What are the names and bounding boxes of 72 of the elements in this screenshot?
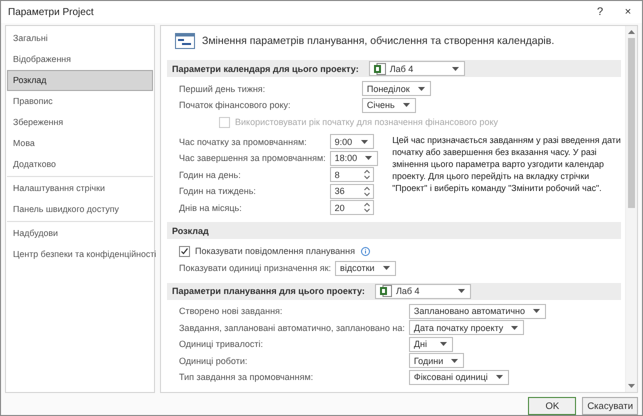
sidebar-item[interactable]: Збереження (7, 112, 153, 133)
caret-icon (382, 266, 390, 270)
field-label: Завдання, заплановані автоматично, заплановано на: (179, 322, 405, 332)
dropdown[interactable]: відсотки (335, 260, 396, 276)
section-title: Параметри календаря для цього проекту: (172, 64, 359, 74)
caret-icon (418, 86, 425, 90)
dialog-button[interactable]: Скасувати (582, 397, 638, 415)
up-down-arrows-icon (364, 186, 370, 196)
caret-icon (452, 66, 459, 70)
close-button[interactable]: × (614, 1, 642, 23)
field-label: Днів на місяць: (179, 202, 243, 212)
calendar-icon (175, 33, 195, 49)
checkbox-label: Використовувати рік початку для позначення фінансового року (235, 117, 498, 127)
help-button[interactable]: ? (586, 1, 614, 23)
field-label: Одиниці тривалості: (179, 339, 264, 349)
sidebar-item[interactable]: Відображення (7, 49, 153, 70)
section-title: Розклад (172, 226, 209, 236)
project-dropdown[interactable]: Лаб 4 (374, 284, 471, 298)
dropdown[interactable]: Дні (408, 336, 453, 352)
checkbox-label: Показувати повідомлення планування (195, 246, 355, 256)
dropdown[interactable]: 18:00 (330, 150, 378, 166)
sidebar-item[interactable]: Надбудови (7, 223, 153, 244)
sidebar-item[interactable]: Панель швидкого доступу (7, 199, 153, 220)
caret-icon (440, 342, 447, 346)
dropdown[interactable]: Години (408, 353, 464, 368)
caret-icon (402, 103, 410, 107)
dropdown[interactable]: Дата початку проекту (408, 320, 524, 335)
up-down-arrows-icon (364, 169, 370, 180)
dropdown[interactable]: Заплановано автоматично (408, 304, 546, 318)
caret-icon (533, 309, 540, 313)
section-title: Параметри планування для цього проекту: (172, 286, 365, 296)
document-icon (374, 62, 386, 74)
sidebar-item[interactable]: Мова (7, 133, 153, 154)
caret-icon (511, 326, 518, 330)
sidebar-item[interactable]: Розклад (7, 70, 153, 91)
page-heading: Змінення параметрів планування, обчислення та створення календарів. (202, 35, 554, 47)
dropdown[interactable]: Фіксовані одиниці (408, 370, 509, 384)
dropdown[interactable]: Січень (362, 98, 416, 112)
field-label: Створено нові завдання: (179, 306, 284, 316)
document-icon (380, 285, 392, 297)
field-label: Початок фінансового року: (179, 100, 292, 110)
field-label: Тип завдання за промовчанням: (179, 372, 314, 382)
dialog-button[interactable]: OK (528, 397, 576, 415)
dropdown[interactable]: 9:00 (330, 134, 374, 149)
field-label: Час початку за промовчанням: (179, 136, 308, 146)
scroll-down-icon[interactable] (628, 384, 635, 388)
caret-icon (458, 289, 465, 293)
scrollbar[interactable] (625, 26, 637, 392)
project-dropdown[interactable]: Лаб 4 (368, 61, 465, 76)
caret-icon (360, 140, 368, 144)
field-label: Показувати одиниці призначення як: (179, 263, 332, 273)
number-spinner[interactable]: 8 (330, 167, 374, 182)
field-label: Час завершення за промовчанням: (179, 153, 326, 163)
sidebar-item[interactable]: Додатково (7, 154, 153, 175)
dropdown[interactable]: Понеділок (362, 81, 431, 96)
number-spinner[interactable]: 36 (330, 184, 374, 198)
up-down-arrows-icon (364, 202, 370, 213)
checkbox[interactable] (179, 246, 190, 256)
caret-icon (365, 156, 372, 160)
field-label: Годин на день: (179, 170, 242, 180)
window-title: Параметри Project (8, 6, 94, 18)
sidebar-item[interactable]: Правопис (7, 91, 153, 112)
number-spinner[interactable]: 20 (330, 200, 374, 215)
scroll-up-icon[interactable] (628, 30, 635, 34)
field-label: Перший день тижня: (179, 84, 266, 94)
description-text: Цей час призначається завданням у разі введення дати початку або завершення без вказання часу. У разі змінення цього параметра варто узгодити календар проекту. Для цього перейдіть на вкладку стрічки "Проект" і виберіть команду "Змінити робочий час". (392, 134, 621, 194)
caret-icon (451, 358, 458, 362)
sidebar-item[interactable]: Налаштування стрічки (7, 178, 153, 199)
field-label: Одиниці роботи: (179, 356, 248, 366)
sidebar-item[interactable]: Загальні (7, 28, 153, 49)
field-label: Годин на тиждень: (179, 186, 257, 196)
caret-icon (496, 375, 503, 379)
